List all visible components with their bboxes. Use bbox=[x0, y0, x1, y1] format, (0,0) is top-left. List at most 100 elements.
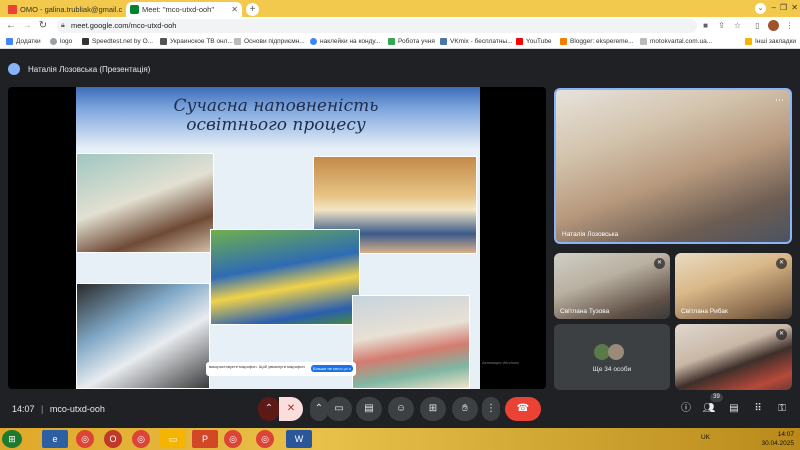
slide-title-line2: освітнього процесу bbox=[186, 115, 366, 135]
url-text: meet.google.com/mco-utxd-ooh bbox=[71, 21, 177, 30]
ie-icon[interactable]: e bbox=[42, 430, 68, 448]
slide-notification: використовуєте мікрофон. Щоб увімкнути м… bbox=[206, 362, 356, 376]
chrome-icon[interactable]: ◎ bbox=[76, 430, 94, 448]
profile-avatar[interactable] bbox=[768, 20, 779, 31]
info-icon[interactable]: ⓘ bbox=[677, 400, 695, 418]
page-icon bbox=[640, 38, 647, 45]
bookmark-blogger[interactable]: Blogger: eksperеme... bbox=[560, 38, 634, 45]
reactions-button[interactable]: ☺ bbox=[388, 397, 414, 421]
browser-toolbar: ← → ↻ 🔒︎ meet.google.com/mco-utxd-ooh ■ … bbox=[0, 17, 800, 35]
chrome-icon[interactable]: ◎ bbox=[256, 430, 274, 448]
presenter-bar: Наталія Лозовська (Презентація) bbox=[8, 60, 150, 78]
bookmark-label: Основи підприємн... bbox=[244, 38, 305, 45]
others-count: Ще 34 особи bbox=[592, 366, 632, 373]
bookmark-vkmix[interactable]: VKmix - бесплатны... bbox=[440, 38, 513, 45]
bookmark-nakleiky[interactable]: наклейки на конду... bbox=[310, 38, 380, 45]
activities-icon[interactable]: ⠿ bbox=[749, 400, 767, 418]
bookmark-apps[interactable]: Додатки bbox=[6, 38, 41, 45]
share-icon[interactable]: ⇪ bbox=[716, 20, 727, 31]
bookmark-ukr-tv[interactable]: Украинское ТВ онл... bbox=[160, 38, 233, 45]
bookmark-label: YouTube bbox=[526, 38, 552, 45]
more-options-icon[interactable]: ⋯ bbox=[775, 95, 784, 106]
gmail-icon bbox=[8, 5, 17, 14]
close-icon[interactable]: ✕ bbox=[231, 5, 238, 14]
reload-icon[interactable]: ↻ bbox=[37, 20, 49, 31]
bookmark-youtube[interactable]: YouTube bbox=[516, 38, 552, 45]
bookmark-osnovy[interactable]: Основи підприємн... bbox=[234, 38, 305, 45]
browser-tab-strip: ОМО - galina.trubliak@gmail.co ✕ Meet: "… bbox=[0, 0, 800, 17]
start-button[interactable]: ⊞ bbox=[2, 430, 22, 448]
mic-off-button[interactable]: ✕ bbox=[279, 397, 303, 421]
tab-meet[interactable]: Meet: "mco-utxd-ooh" ✕ bbox=[126, 2, 242, 17]
tab-gmail[interactable]: ОМО - galina.trubliak@gmail.co ✕ bbox=[4, 2, 122, 17]
bookmark-label: motokvartal.com.ua... bbox=[650, 38, 713, 45]
bookmark-label: logo bbox=[60, 38, 73, 45]
clock-date: 30.04.2025 bbox=[761, 440, 794, 447]
chrome-icon[interactable]: ◎ bbox=[132, 430, 150, 448]
window-close-icon[interactable]: ✕ bbox=[791, 3, 798, 12]
bookmark-label: наклейки на конду... bbox=[320, 38, 381, 45]
chrome-icon[interactable]: ◎ bbox=[224, 430, 242, 448]
folder-icon bbox=[745, 38, 752, 45]
classroom-photo-1 bbox=[76, 153, 214, 253]
kebab-menu-icon[interactable]: ⋮ bbox=[784, 20, 795, 31]
smartboard-photo bbox=[76, 283, 210, 389]
bookmark-motokvartal[interactable]: motokvartal.com.ua... bbox=[640, 38, 712, 45]
camera-icon[interactable]: ■ bbox=[700, 20, 711, 31]
mic-options-button[interactable]: ⌃ bbox=[258, 397, 280, 421]
bookmark-logo[interactable]: logo bbox=[50, 38, 72, 45]
raise-hand-button[interactable]: ✋︎ bbox=[452, 397, 478, 421]
powerpoint-icon[interactable]: P bbox=[192, 430, 218, 448]
opera-icon[interactable]: O bbox=[104, 430, 122, 448]
participant-tile[interactable]: ✕ bbox=[675, 324, 792, 390]
present-button[interactable]: ⊞ bbox=[420, 397, 446, 421]
new-tab-button[interactable]: + bbox=[246, 3, 259, 16]
chevron-down-icon[interactable]: ⌄ bbox=[755, 3, 766, 14]
notification-close-link[interactable]: Закрити bbox=[338, 366, 353, 371]
meeting-time: 14:07 bbox=[12, 404, 35, 414]
address-bar[interactable]: 🔒︎ meet.google.com/mco-utxd-ooh bbox=[57, 19, 697, 33]
system-clock[interactable]: 14:07 30.04.2025 bbox=[761, 430, 794, 448]
slide-title-line1: Сучасна наповненість bbox=[173, 96, 379, 116]
speedtest-icon bbox=[82, 38, 89, 45]
bookmark-speedtest[interactable]: Speedtest.net by O... bbox=[82, 38, 153, 45]
participant-count-badge: 39 bbox=[710, 393, 723, 402]
bookmark-other[interactable]: Інші закладки bbox=[745, 38, 796, 45]
presenter-label: Наталія Лозовська (Презентація) bbox=[28, 64, 151, 74]
windows-taskbar: ⊞ e ◎ O ◎ ▭ P ◎ ◎ W UK 14:07 30.04.2025 bbox=[0, 428, 800, 450]
language-indicator[interactable]: UK bbox=[701, 434, 710, 441]
camera-button[interactable]: ▭ bbox=[326, 397, 352, 421]
sidebar-icon[interactable]: ▯ bbox=[752, 20, 763, 31]
forward-arrow-icon[interactable]: → bbox=[21, 20, 33, 31]
participant-tile[interactable]: ✕ Світлана Тузова bbox=[554, 253, 670, 319]
bookmark-label: Blogger: eksperеme... bbox=[570, 38, 634, 45]
chat-icon[interactable]: ▤ bbox=[725, 400, 743, 418]
folder-icon[interactable]: ▭ bbox=[160, 430, 186, 448]
participant-name: Наталія Лозовська bbox=[562, 231, 619, 238]
bookmark-label: Додатки bbox=[16, 38, 41, 45]
bookmark-star-icon[interactable]: ☆ bbox=[732, 20, 743, 31]
bookmark-robota[interactable]: Робота учня bbox=[388, 38, 435, 45]
green-page-icon bbox=[388, 38, 395, 45]
people-icon[interactable]: 👥︎ bbox=[700, 400, 718, 418]
meet-icon bbox=[130, 5, 139, 14]
mic-off-icon: ✕ bbox=[654, 258, 665, 269]
host-controls-icon[interactable]: ⚿ bbox=[773, 400, 791, 418]
tab-meet-label: Meet: "mco-utxd-ooh" bbox=[142, 5, 215, 14]
back-arrow-icon[interactable]: ← bbox=[5, 20, 17, 31]
leave-call-button[interactable]: ☎︎ bbox=[505, 397, 541, 421]
page-icon bbox=[234, 38, 241, 45]
captions-button[interactable]: ▤ bbox=[356, 397, 382, 421]
participant-tile-main[interactable]: ⋯ Наталія Лозовська bbox=[554, 88, 792, 244]
more-options-button[interactable]: ⋮ bbox=[482, 397, 500, 421]
notification-text: використовуєте мікрофон. Щоб увімкнути м… bbox=[209, 364, 305, 369]
presentation-stage[interactable]: Сучасна наповненість освітнього процесу … bbox=[8, 87, 546, 389]
bookmark-label: Speedtest.net by O... bbox=[92, 38, 154, 45]
participant-name: Світлана Рибак bbox=[681, 308, 728, 315]
maximize-icon[interactable]: ❐ bbox=[780, 3, 787, 12]
presenter-avatar bbox=[8, 63, 20, 75]
minimize-icon[interactable]: – bbox=[772, 3, 776, 12]
participant-tile[interactable]: ✕ Світлана Рибак bbox=[675, 253, 792, 319]
participant-tile-others[interactable]: Ще 34 особи bbox=[554, 324, 670, 390]
word-icon[interactable]: W bbox=[286, 430, 312, 448]
